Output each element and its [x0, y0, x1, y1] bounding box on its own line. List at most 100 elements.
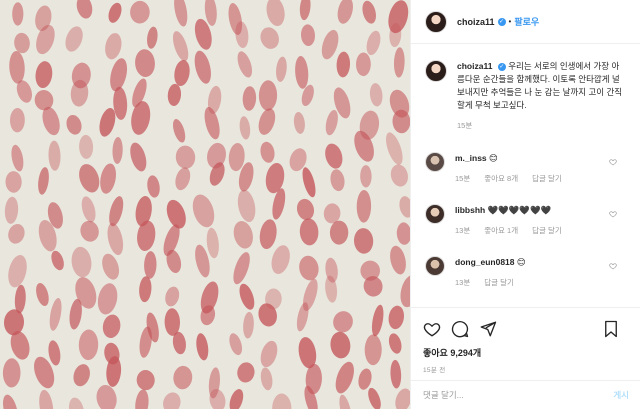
comment-time[interactable]: 13분: [455, 225, 470, 236]
paint-stroke: [3, 394, 18, 409]
comment-body: m._inss 😊 15분 좋아요 8개 답글 달기: [455, 152, 625, 184]
paint-stroke: [399, 196, 410, 218]
paint-stroke: [9, 108, 25, 133]
paint-stroke: [12, 2, 24, 26]
paint-stroke: [302, 167, 316, 198]
comment-like-heart-icon[interactable]: [609, 210, 617, 218]
paint-stroke: [237, 189, 256, 223]
paint-stroke: [80, 220, 99, 242]
paint-stroke: [260, 340, 278, 368]
paint-stroke: [395, 388, 410, 409]
comment-body: dong_eun0818 😊 13분 답글 달기: [455, 256, 625, 288]
comment-icon[interactable]: [451, 320, 469, 338]
paint-stroke: [78, 329, 99, 361]
reply-button[interactable]: 답글 달기: [532, 225, 562, 236]
comment-time[interactable]: 13분: [455, 277, 470, 288]
paint-stroke: [174, 60, 190, 86]
comment-like-heart-icon[interactable]: [609, 262, 617, 270]
post-actions: 좋아요 9,294개 15분 전: [411, 307, 640, 374]
paint-stroke: [259, 219, 277, 250]
comment-username[interactable]: m._inss: [455, 153, 487, 163]
comment-username[interactable]: libbshh: [455, 205, 485, 215]
paint-stroke: [65, 26, 83, 52]
header-separator: •: [508, 17, 512, 26]
paint-stroke: [4, 196, 19, 224]
paint-stroke: [11, 144, 24, 172]
post-photo[interactable]: [0, 0, 410, 409]
comment-likes[interactable]: 좋아요 1개: [484, 225, 518, 236]
paint-stroke: [107, 222, 124, 256]
comment-avatar[interactable]: [425, 152, 445, 172]
comment-text-block: dong_eun0818 😊: [455, 256, 625, 269]
paint-stroke: [48, 340, 61, 366]
comment-item: m._inss 😊 15분 좋아요 8개 답글 달기: [425, 152, 635, 184]
author-username[interactable]: choiza11: [457, 17, 495, 27]
follow-button[interactable]: 팔로우: [514, 15, 539, 28]
paint-stroke: [260, 141, 275, 163]
bookmark-icon[interactable]: [603, 320, 619, 338]
paint-stroke: [192, 194, 215, 228]
paint-stroke: [172, 31, 189, 62]
comments-list[interactable]: choiza11 ✓ 우리는 서로의 인생에서 가장 아름다운 순간들을 함께했…: [411, 52, 640, 307]
likes-count[interactable]: 좋아요 9,294개: [423, 346, 629, 359]
caption-avatar[interactable]: [425, 60, 447, 82]
paint-stroke: [175, 145, 196, 169]
paint-stroke: [339, 394, 352, 409]
comment-time[interactable]: 15분: [455, 173, 470, 184]
comment-text-block: libbshh 🖤🖤🖤🖤🖤🖤: [455, 204, 625, 217]
paint-stroke: [109, 196, 124, 227]
paint-stroke: [242, 86, 257, 111]
paint-stroke: [260, 27, 279, 49]
comment-input[interactable]: [423, 390, 614, 400]
paint-stroke: [105, 33, 122, 60]
comment-username[interactable]: dong_eun0818: [455, 257, 515, 267]
author-avatar[interactable]: [425, 10, 447, 33]
comment-meta: 15분 좋아요 8개 답글 달기: [455, 173, 625, 184]
comment-like-heart-icon[interactable]: [609, 158, 617, 166]
paint-stroke: [131, 101, 151, 135]
paint-stroke: [239, 283, 255, 310]
paint-stroke: [330, 169, 345, 192]
paint-stroke: [243, 311, 254, 339]
post-comment-button[interactable]: 게시: [613, 389, 629, 401]
paint-stroke: [163, 392, 181, 409]
paint-stroke: [266, 0, 285, 27]
paint-stroke: [237, 51, 253, 78]
paint-stroke: [393, 47, 405, 78]
share-icon[interactable]: [479, 320, 497, 338]
paint-stroke: [66, 114, 82, 135]
paint-stroke: [329, 220, 349, 245]
caption-comment: choiza11 ✓ 우리는 서로의 인생에서 가장 아름다운 순간들을 함께했…: [425, 60, 635, 131]
paint-stroke: [296, 198, 315, 221]
post-time[interactable]: 15분 전: [423, 364, 629, 374]
paint-stroke: [35, 61, 53, 89]
reply-button[interactable]: 답글 달기: [532, 173, 562, 184]
paint-stroke: [136, 370, 155, 391]
paint-stroke: [366, 30, 381, 56]
caption-time[interactable]: 15분: [457, 120, 472, 131]
post-header: choiza11 ✓ • 팔로우: [411, 0, 640, 44]
comment-meta: 13분 좋아요 1개 답글 달기: [455, 225, 625, 236]
paint-stroke: [271, 245, 290, 274]
heart-icon[interactable]: [423, 320, 441, 338]
paint-stroke: [258, 80, 278, 111]
paint-stroke: [229, 333, 243, 356]
paint-stroke: [400, 275, 410, 308]
comment-avatar[interactable]: [425, 256, 445, 276]
comment-avatar[interactable]: [425, 204, 445, 224]
paint-stroke: [300, 24, 316, 46]
paint-stroke: [2, 358, 21, 388]
paint-stroke: [36, 24, 55, 55]
caption-username[interactable]: choiza11: [457, 61, 492, 71]
paint-stroke: [102, 253, 120, 280]
caption-text-block: choiza11 ✓ 우리는 서로의 인생에서 가장 아름다운 순간들을 함께했…: [457, 60, 627, 112]
reply-button[interactable]: 답글 달기: [484, 277, 514, 288]
paint-stroke: [14, 32, 30, 54]
comment-likes[interactable]: 좋아요 8개: [484, 173, 518, 184]
paint-stroke: [48, 140, 61, 171]
paint-stroke: [295, 56, 309, 89]
paint-stroke: [260, 367, 273, 391]
paint-stroke: [299, 255, 319, 281]
paint-stroke: [165, 286, 180, 307]
paint-stroke: [36, 283, 49, 306]
